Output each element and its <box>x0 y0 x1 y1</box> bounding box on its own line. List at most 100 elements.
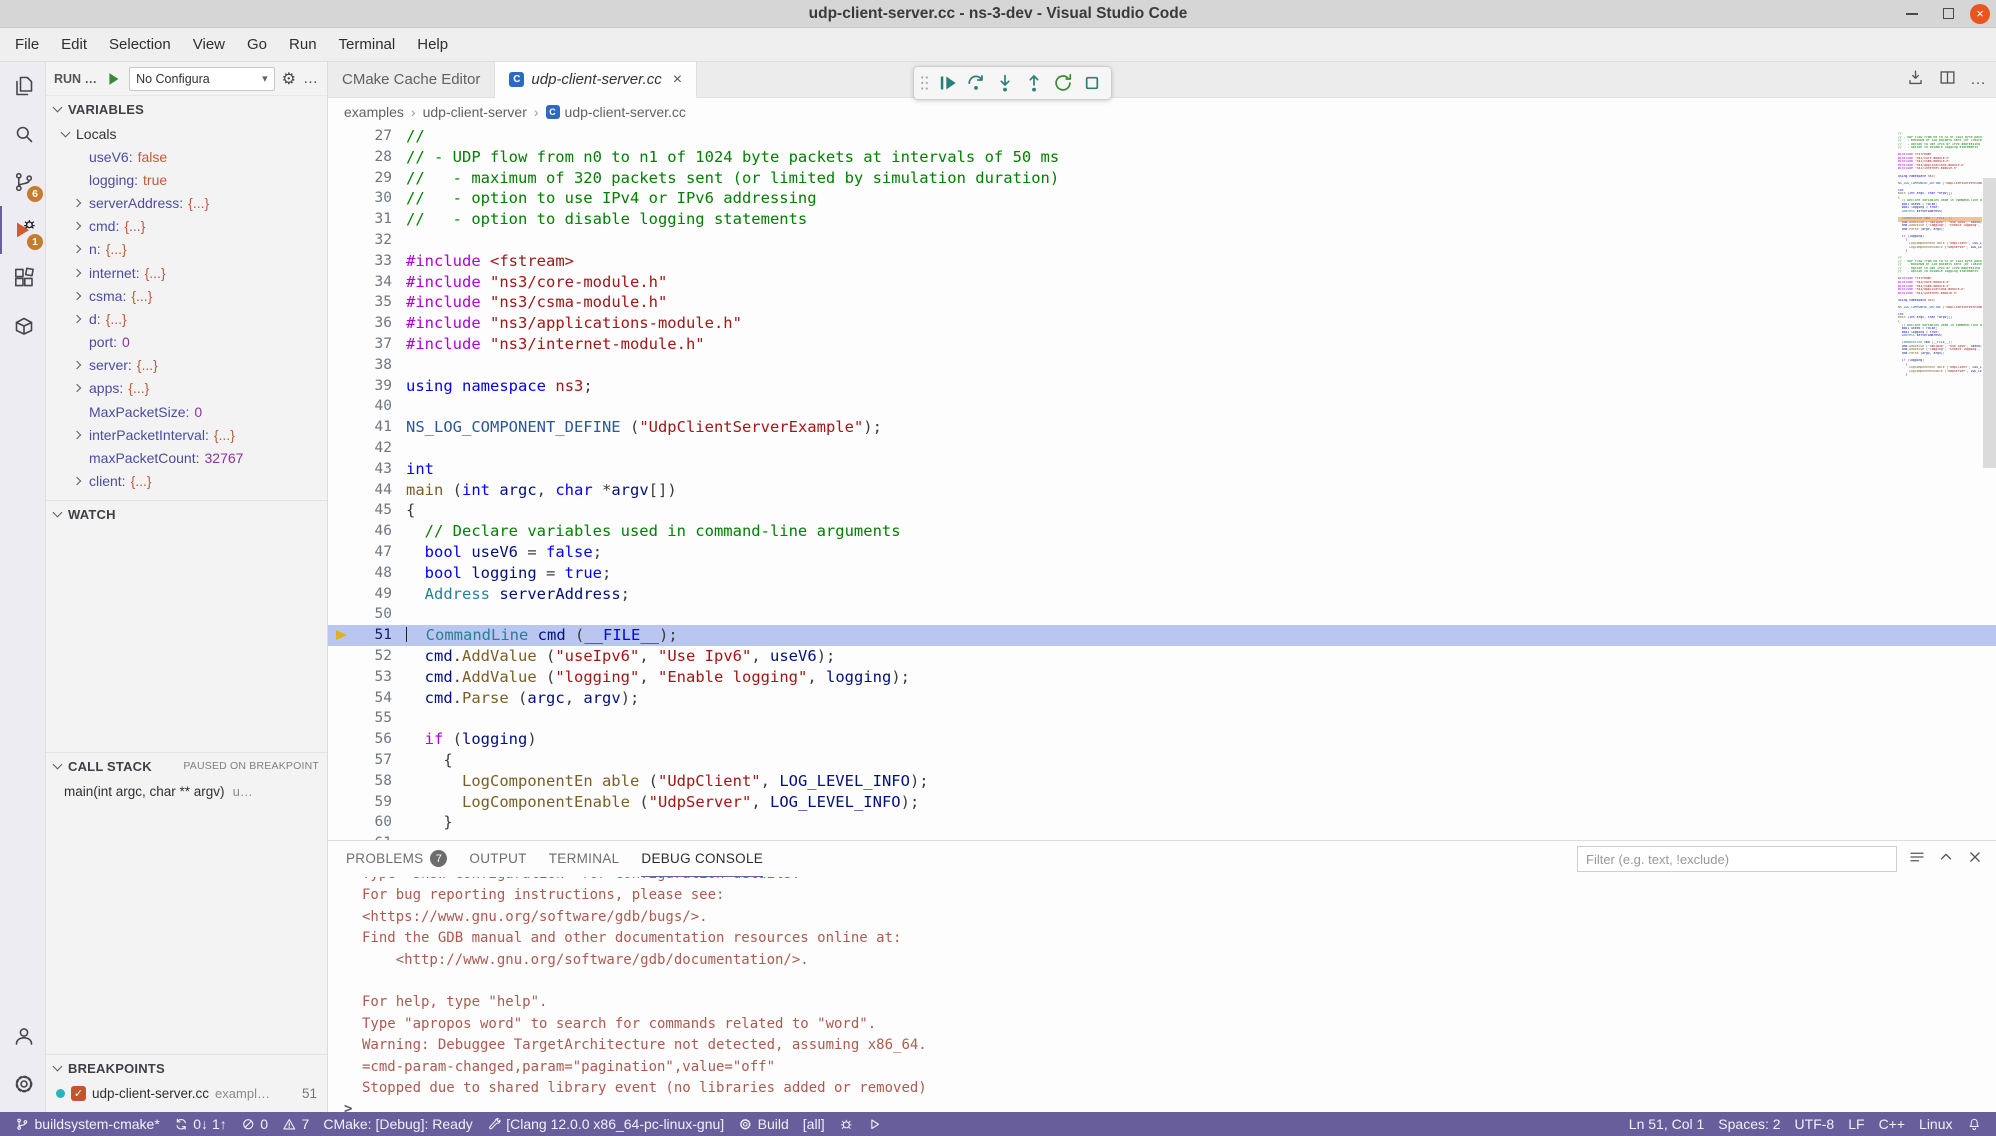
line-number[interactable]: 32 <box>356 230 392 251</box>
line-number[interactable]: 59 <box>356 792 392 813</box>
code-line[interactable]: 58 LogComponentEn able ("UdpClient", LOG… <box>328 771 1996 792</box>
more-actions-icon[interactable]: … <box>1970 71 1986 89</box>
variable-row[interactable]: cmd:{...} <box>46 215 327 238</box>
step-into-button[interactable] <box>991 70 1018 97</box>
variable-row[interactable]: port:0 <box>46 331 327 354</box>
line-number[interactable]: 53 <box>356 667 392 688</box>
breakpoint-margin[interactable] <box>328 438 356 459</box>
search-button[interactable] <box>0 110 46 158</box>
source-control-button[interactable]: 6 <box>0 158 46 206</box>
variable-row[interactable]: logging:true <box>46 168 327 191</box>
manage-button[interactable] <box>0 1060 46 1108</box>
breakpoint-margin[interactable] <box>328 480 356 501</box>
branch-status[interactable]: buildsystem-cmake* <box>8 1112 167 1136</box>
test-explorer-button[interactable] <box>0 302 46 350</box>
line-number[interactable]: 48 <box>356 563 392 584</box>
stack-frame[interactable]: main(int argc, char ** argv)u… <box>46 779 327 803</box>
line-number[interactable]: 43 <box>356 459 392 480</box>
cursor-position[interactable]: Ln 51, Col 1 <box>1622 1112 1712 1136</box>
debug-status[interactable] <box>832 1112 861 1136</box>
breadcrumb-item[interactable]: examples <box>344 104 404 120</box>
build-target[interactable]: [all] <box>796 1112 832 1136</box>
code-line[interactable]: 42 <box>328 438 1996 459</box>
code-line[interactable]: 27// <box>328 126 1996 147</box>
notifications[interactable] <box>1960 1112 1989 1136</box>
indentation[interactable]: Spaces: 2 <box>1711 1112 1787 1136</box>
continue-button[interactable] <box>933 70 960 97</box>
code-line[interactable]: 36#include "ns3/applications-module.h" <box>328 313 1996 334</box>
line-number[interactable]: 60 <box>356 812 392 833</box>
breakpoint-margin[interactable] <box>328 584 356 605</box>
breakpoint-margin[interactable] <box>328 646 356 667</box>
line-number[interactable]: 34 <box>356 272 392 293</box>
code-line[interactable]: 31// - option to disable logging stateme… <box>328 209 1996 230</box>
cmake-status[interactable]: CMake: [Debug]: Ready <box>316 1112 479 1136</box>
line-number[interactable]: 52 <box>356 646 392 667</box>
minimize-button[interactable] <box>1898 3 1926 25</box>
menu-file[interactable]: File <box>4 28 50 61</box>
variable-row[interactable]: useV6:false <box>46 145 327 168</box>
breakpoint-row[interactable]: ✓udp-client-server.ccexampl…51 <box>46 1081 327 1105</box>
code-line[interactable]: 52 cmd.AddValue ("useIpv6", "Use Ipv6", … <box>328 646 1996 667</box>
line-number[interactable]: 58 <box>356 771 392 792</box>
console-filter-input[interactable] <box>1577 846 1897 872</box>
line-number[interactable]: 38 <box>356 355 392 376</box>
variable-row[interactable]: internet:{...} <box>46 261 327 284</box>
line-number[interactable]: 47 <box>356 542 392 563</box>
breakpoint-margin[interactable] <box>328 334 356 355</box>
code-line[interactable]: 35#include "ns3/csma-module.h" <box>328 292 1996 313</box>
breakpoint-margin[interactable] <box>328 792 356 813</box>
encoding[interactable]: UTF-8 <box>1788 1112 1842 1136</box>
breakpoint-margin[interactable] <box>328 500 356 521</box>
code-line[interactable]: 50 <box>328 604 1996 625</box>
breakpoint-margin[interactable] <box>328 313 356 334</box>
menu-edit[interactable]: Edit <box>50 28 98 61</box>
line-number[interactable]: 55 <box>356 708 392 729</box>
line-number[interactable]: 41 <box>356 417 392 438</box>
console-input-prompt[interactable]: > <box>344 1099 1996 1112</box>
breakpoint-margin[interactable] <box>328 688 356 709</box>
code-line[interactable]: 43int <box>328 459 1996 480</box>
breakpoint-margin[interactable] <box>328 147 356 168</box>
variable-row[interactable]: serverAddress:{...} <box>46 191 327 214</box>
line-number[interactable]: 57 <box>356 750 392 771</box>
breakpoint-margin[interactable] <box>328 188 356 209</box>
maximize-button[interactable] <box>1934 3 1962 25</box>
close-panel-icon[interactable] <box>1966 848 1984 871</box>
breakpoint-margin[interactable] <box>328 251 356 272</box>
panel-tab-problems[interactable]: PROBLEMS7 <box>346 841 447 877</box>
variable-row[interactable]: server:{...} <box>46 354 327 377</box>
start-debug-icon[interactable] <box>104 70 122 88</box>
breakpoint-margin[interactable] <box>328 729 356 750</box>
line-number[interactable]: 50 <box>356 604 392 625</box>
run-file-icon[interactable] <box>1906 68 1925 92</box>
code-line[interactable]: 30// - option to use IPv4 or IPv6 addres… <box>328 188 1996 209</box>
code-line[interactable]: 55 <box>328 708 1996 729</box>
line-number[interactable]: 51 <box>356 625 392 646</box>
launch-status[interactable] <box>860 1112 889 1136</box>
line-number[interactable]: 27 <box>356 126 392 147</box>
code-line[interactable]: 60 } <box>328 812 1996 833</box>
explorer-button[interactable] <box>0 62 46 110</box>
breadcrumb-item[interactable]: udp-client-server <box>423 104 527 120</box>
breakpoint-margin[interactable] <box>328 542 356 563</box>
line-number[interactable]: 54 <box>356 688 392 709</box>
build-button[interactable]: Build <box>731 1112 796 1136</box>
eol[interactable]: LF <box>1841 1112 1871 1136</box>
line-number[interactable]: 61 <box>356 833 392 840</box>
breakpoint-margin[interactable] <box>328 272 356 293</box>
run-and-debug-button[interactable]: 1 <box>0 206 46 254</box>
line-number[interactable]: 40 <box>356 396 392 417</box>
line-number[interactable]: 46 <box>356 521 392 542</box>
code-editor[interactable]: 27//28// - UDP flow from n0 to n1 of 102… <box>328 126 1996 840</box>
kit-status[interactable]: [Clang 12.0.0 x86_64-pc-linux-gnu] <box>480 1112 731 1136</box>
drag-handle[interactable] <box>920 73 929 93</box>
breakpoint-margin[interactable] <box>328 209 356 230</box>
breakpoint-margin[interactable] <box>328 376 356 397</box>
debug-settings-gear-icon[interactable]: ⚙ <box>282 69 296 89</box>
line-number[interactable]: 49 <box>356 584 392 605</box>
code-line[interactable]: 28// - UDP flow from n0 to n1 of 1024 by… <box>328 147 1996 168</box>
chevron-up-icon[interactable] <box>1937 848 1955 871</box>
breadcrumb-item[interactable]: Cudp-client-server.cc <box>546 104 686 120</box>
breakpoint-margin[interactable] <box>328 396 356 417</box>
